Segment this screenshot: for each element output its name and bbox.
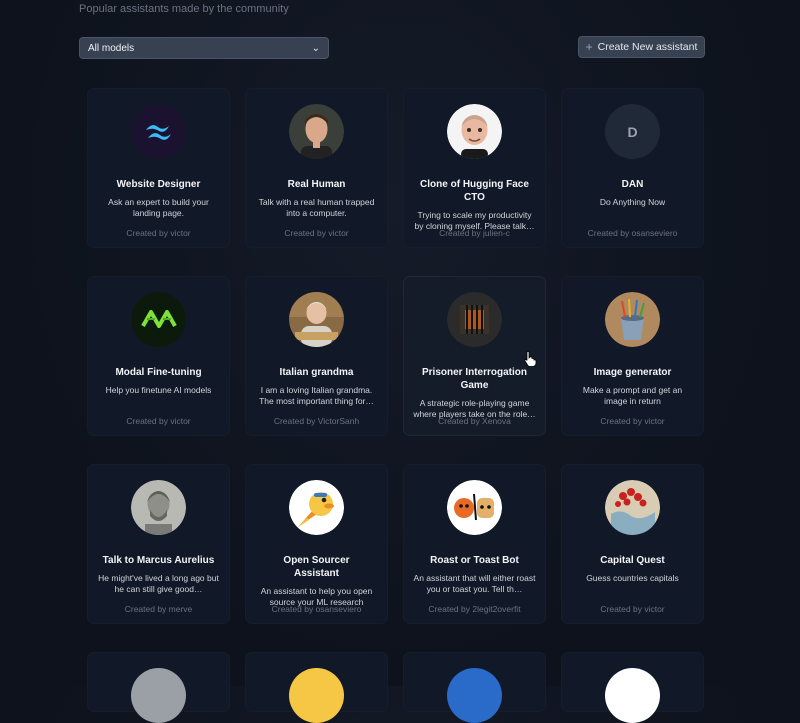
assistant-name: DAN: [621, 179, 644, 190]
assistant-author: Created by victor: [600, 604, 665, 614]
assistant-name: Real Human: [287, 179, 346, 190]
assistant-card[interactable]: [87, 652, 230, 723]
avatar-letter: D: [627, 123, 638, 140]
model-filter-value: All models: [88, 42, 135, 54]
assistant-author: Created by victor: [284, 228, 349, 238]
memoji-icon: [447, 104, 502, 159]
assistant-name: Italian grandma: [279, 367, 354, 378]
assistant-avatar-icon: [605, 668, 660, 723]
assistant-name: Prisoner Interrogation Game: [421, 367, 527, 391]
prison-icon: [447, 292, 502, 347]
tailwind-logo-icon: [131, 104, 186, 159]
assistant-author: Created by merve: [124, 604, 193, 614]
assistant-name: Talk to Marcus Aurelius: [102, 555, 215, 566]
bust-icon: [131, 480, 186, 535]
assistant-description: Help you finetune AI models: [105, 385, 212, 395]
assistant-author: Created by osanseviero: [587, 228, 678, 238]
assistant-card[interactable]: [245, 652, 388, 723]
chevron-down-icon: ⌄: [311, 42, 320, 54]
paint-bucket-icon: [605, 292, 660, 347]
assistant-avatar-icon: [447, 668, 502, 723]
assistant-card[interactable]: Real Human Talk with a real human trappe…: [245, 88, 388, 248]
assistant-description: Make a prompt and get an image in return: [582, 385, 683, 406]
assistant-name: Clone of Hugging Face CTO: [420, 179, 529, 203]
modal-logo-icon: [131, 292, 186, 347]
assistant-description: He might've lived a long ago but he can …: [98, 573, 219, 594]
assistant-name: Roast or Toast Bot: [430, 555, 519, 566]
assistant-description: I am a loving Italian grandma. The most …: [259, 385, 374, 406]
assistant-avatar-icon: [131, 668, 186, 723]
assistant-card[interactable]: Website Designer Ask an expert to build …: [87, 88, 230, 248]
assistant-card[interactable]: Italian grandma I am a loving Italian gr…: [245, 276, 388, 436]
grandma-icon: [289, 292, 344, 347]
assistant-card[interactable]: Clone of Hugging Face CTO Trying to scal…: [403, 88, 546, 248]
assistant-author: Created by Xenova: [438, 416, 511, 426]
assistant-card[interactable]: D DAN Do Anything Now Created by osansev…: [561, 88, 704, 248]
assistant-name: Modal Fine-tuning: [115, 367, 202, 378]
assistant-author: Created by julien-c: [439, 228, 510, 238]
assistants-grid-next-row: [87, 652, 704, 723]
assistant-card[interactable]: Modal Fine-tuning Help you finetune AI m…: [87, 276, 230, 436]
assistant-description: Do Anything Now: [599, 197, 666, 207]
man-portrait-icon: [289, 104, 344, 159]
rocket-duck-icon: [289, 480, 344, 535]
assistant-name: Image generator: [593, 367, 672, 378]
map-icon: [605, 480, 660, 535]
assistant-description: Talk with a real human trapped into a co…: [258, 197, 375, 218]
assistant-description: An assistant that will either roast you …: [413, 573, 536, 594]
assistant-card[interactable]: Image generator Make a prompt and get an…: [561, 276, 704, 436]
assistant-card[interactable]: Open Sourcer Assistant An assistant to h…: [245, 464, 388, 624]
assistant-name: Website Designer: [116, 179, 201, 190]
assistant-description: Guess countries capitals: [586, 573, 679, 583]
create-assistant-button[interactable]: + Create New assistant: [578, 36, 705, 58]
assistant-card[interactable]: Talk to Marcus Aurelius He might've live…: [87, 464, 230, 624]
assistant-card[interactable]: [403, 652, 546, 723]
assistant-author: Created by osanseviero: [271, 604, 362, 614]
assistant-author: Created by victor: [126, 228, 191, 238]
assistant-author: Created by victor: [600, 416, 665, 426]
assistant-author: Created by victor: [126, 416, 191, 426]
assistant-name: Capital Quest: [600, 555, 665, 566]
letter-d-icon: D: [605, 104, 660, 159]
assistant-author: Created by 2legit2overfit: [428, 604, 521, 614]
assistant-card[interactable]: [561, 652, 704, 723]
page-subtitle: Popular assistants made by the community: [79, 3, 289, 15]
assistant-avatar-icon: [289, 668, 344, 723]
create-assistant-label: Create New assistant: [597, 41, 698, 53]
roast-toast-icon: [447, 480, 502, 535]
assistant-author: Created by VictorSanh: [273, 416, 360, 426]
assistants-grid: Website Designer Ask an expert to build …: [87, 88, 704, 624]
assistant-card[interactable]: Capital Quest Guess countries capitals C…: [561, 464, 704, 624]
model-filter-select[interactable]: All models ⌄: [79, 37, 329, 59]
plus-icon: +: [585, 40, 593, 54]
assistant-name: Open Sourcer Assistant: [283, 555, 350, 579]
assistant-card[interactable]: Roast or Toast Bot An assistant that wil…: [403, 464, 546, 624]
pointer-cursor-icon: [524, 351, 537, 367]
assistant-description: Ask an expert to build your landing page…: [108, 197, 209, 218]
